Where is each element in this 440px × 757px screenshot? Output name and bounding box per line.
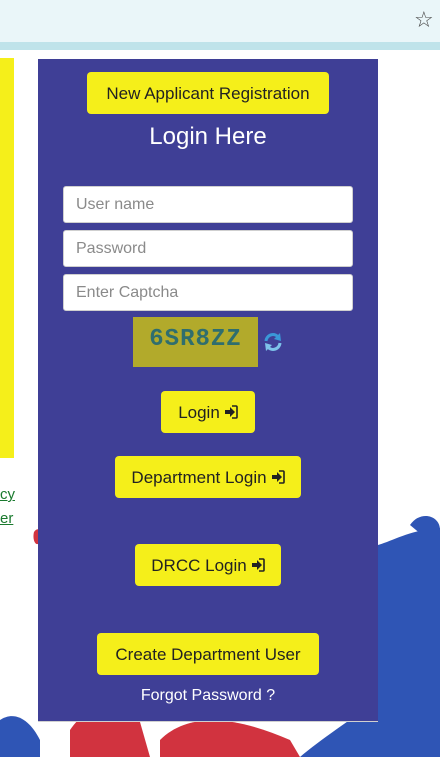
- sign-in-icon: [224, 404, 238, 419]
- login-button-label: Login: [178, 403, 220, 422]
- captcha-text: 6SR8ZZ: [149, 326, 242, 353]
- password-input[interactable]: [63, 230, 353, 267]
- department-login-button[interactable]: Department Login: [115, 456, 301, 498]
- forgot-password-link[interactable]: Forgot Password ?: [38, 687, 378, 705]
- star-bookmark-icon[interactable]: ☆: [414, 8, 438, 32]
- sign-in-icon: [251, 557, 265, 572]
- login-card: New Applicant Registration Login Here 6S…: [38, 59, 378, 722]
- side-yellow-panel: [0, 58, 14, 458]
- side-link-1[interactable]: cy: [0, 486, 15, 503]
- username-input[interactable]: [63, 186, 353, 223]
- drcc-login-label: DRCC Login: [151, 556, 247, 575]
- create-department-user-button[interactable]: Create Department User: [97, 633, 319, 675]
- captcha-input[interactable]: [63, 274, 353, 311]
- page-content: cy er New Applicant Registration Login H…: [0, 50, 440, 757]
- blue-blob-bottom-left: [0, 716, 40, 757]
- drcc-login-button[interactable]: DRCC Login: [135, 544, 281, 586]
- browser-toolbar: ☆: [0, 0, 440, 42]
- login-button[interactable]: Login: [161, 391, 255, 433]
- refresh-icon[interactable]: [262, 331, 284, 353]
- login-title: Login Here: [149, 123, 267, 150]
- captcha-image: 6SR8ZZ: [133, 317, 258, 367]
- browser-toolbar-border: [0, 42, 440, 50]
- red-blob-bottom-2: [160, 720, 300, 757]
- department-login-label: Department Login: [131, 468, 267, 487]
- sign-in-icon: [271, 469, 285, 484]
- side-link-2[interactable]: er: [0, 510, 13, 527]
- new-applicant-registration-button[interactable]: New Applicant Registration: [87, 72, 329, 114]
